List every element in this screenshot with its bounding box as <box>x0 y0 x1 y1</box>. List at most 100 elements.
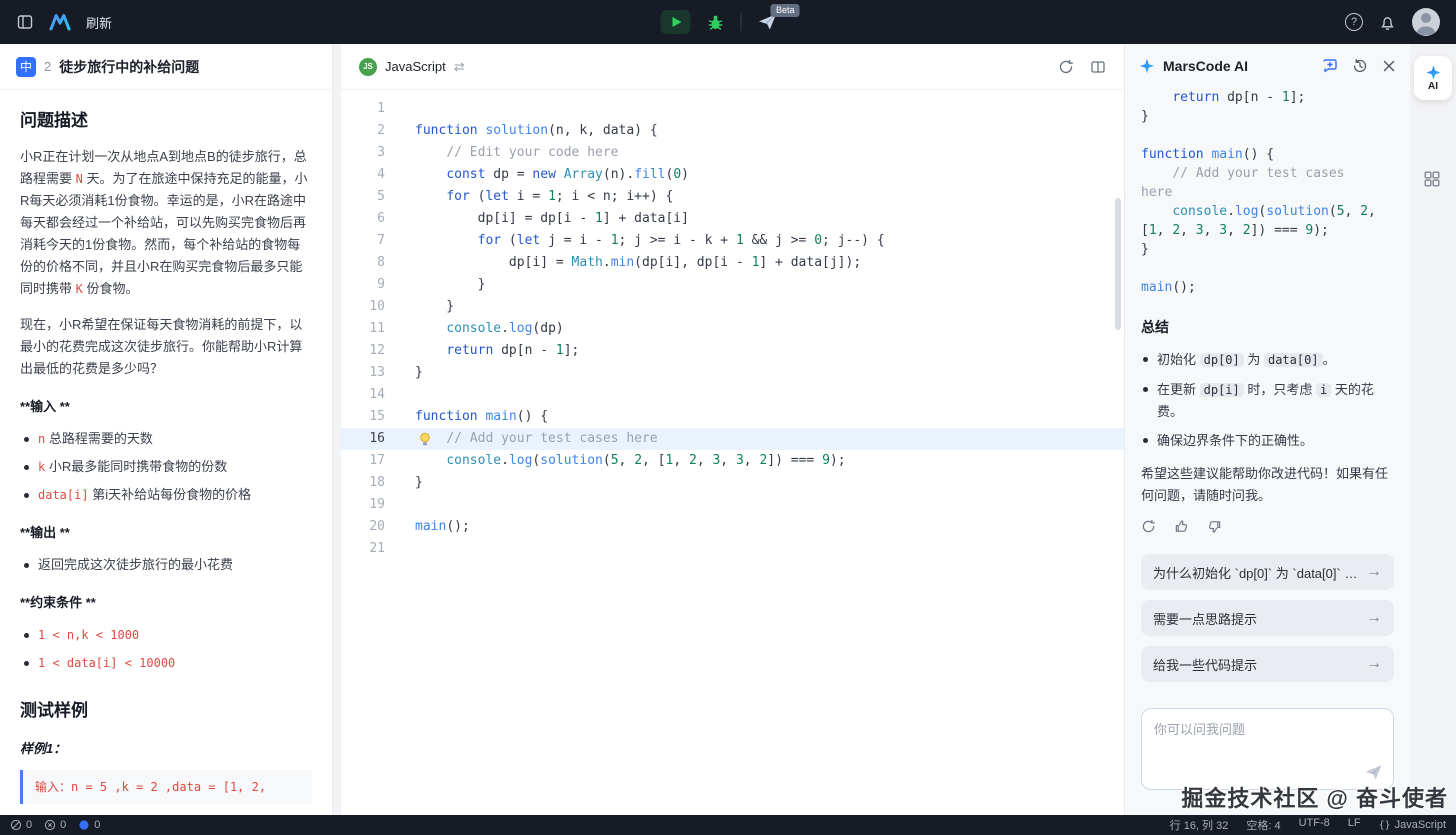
chat-input-placeholder: 你可以问我问题 <box>1154 722 1245 737</box>
submit-button[interactable]: Beta <box>758 13 778 31</box>
message-actions <box>1141 519 1394 534</box>
thumbs-up-icon[interactable] <box>1174 519 1189 534</box>
switch-language-icon[interactable]: ⇄ <box>454 59 465 75</box>
split-view-icon[interactable] <box>1090 59 1106 75</box>
editor-line[interactable]: 16 // Add your test cases here <box>341 428 1124 450</box>
editor-line[interactable]: 8 dp[i] = Math.min(dp[i], dp[i - 1] + da… <box>341 252 1124 274</box>
editor-body[interactable]: 12function solution(n, k, data) {3 // Ed… <box>341 90 1124 815</box>
editor-line[interactable]: 19 <box>341 494 1124 516</box>
list-item: 确保边界条件下的正确性。 <box>1141 430 1394 451</box>
editor-scrollbar[interactable] <box>1115 198 1121 330</box>
code-lines: 12function solution(n, k, data) {3 // Ed… <box>341 98 1124 560</box>
code-text: console.log(dp) <box>403 318 564 340</box>
info-indicator[interactable]: 0 <box>78 819 100 831</box>
main-area: 中 2 徒步旅行中的补给问题 问题描述 小R正在计划一次从地点A到地点B的徒步旅… <box>0 44 1456 815</box>
editor-line[interactable]: 20main(); <box>341 516 1124 538</box>
error-icon <box>10 819 22 831</box>
editor-line[interactable]: 13} <box>341 362 1124 384</box>
line-number: 2 <box>341 120 403 142</box>
regenerate-icon[interactable] <box>1141 519 1156 534</box>
javascript-icon: JS <box>359 58 377 76</box>
reset-code-icon[interactable] <box>1058 59 1074 75</box>
input-list: n 总路程需要的天数k 小R最多能同时携带食物的份数data[i] 第i天补给站… <box>20 428 312 506</box>
problem-description[interactable]: 问题描述 小R正在计划一次从地点A到地点B的徒步旅行，总路程需要 N 天。为了在… <box>0 90 332 815</box>
suggestion-chips: 为什么初始化 `dp[0]` 为 `data[0]` 是...→ 需要一点思路提示… <box>1141 554 1394 682</box>
status-item[interactable]: 空格: 4 <box>1246 817 1280 833</box>
beta-badge: Beta <box>771 4 800 17</box>
close-icon[interactable] <box>1382 59 1396 73</box>
list-item: 在更新 dp[i] 时，只考虑 i 天的花费。 <box>1141 379 1394 422</box>
assistant-body[interactable]: return dp[n - 1]; } function main() { //… <box>1125 88 1410 815</box>
editor-line[interactable]: 3 // Edit your code here <box>341 142 1124 164</box>
refresh-button[interactable]: 刷新 <box>86 13 112 32</box>
language-tab[interactable]: JS JavaScript ⇄ <box>359 58 465 76</box>
editor-line[interactable]: 14 <box>341 384 1124 406</box>
inline-code: data[0] <box>1264 353 1323 367</box>
chat-input[interactable]: 你可以问我问题 <box>1141 708 1394 790</box>
editor-line[interactable]: 10 } <box>341 296 1124 318</box>
code-text: // Add your test cases here <box>403 428 658 450</box>
line-number: 5 <box>341 186 403 208</box>
code-text: } <box>403 296 454 318</box>
editor-line[interactable]: 21 <box>341 538 1124 560</box>
sidebar-toggle-icon[interactable] <box>16 13 34 31</box>
code-text <box>403 538 415 560</box>
samples-heading: 测试样例 <box>20 700 312 722</box>
run-button[interactable] <box>661 10 691 34</box>
code-text: function solution(n, k, data) { <box>403 120 658 142</box>
suggestion-chip[interactable]: 为什么初始化 `dp[0]` 为 `data[0]` 是...→ <box>1141 554 1394 590</box>
line-number: 6 <box>341 208 403 230</box>
editor-line[interactable]: 17 console.log(solution(5, 2, [1, 2, 3, … <box>341 450 1124 472</box>
status-item[interactable]: UTF-8 <box>1299 817 1330 833</box>
line-number: 9 <box>341 274 403 296</box>
editor-line[interactable]: 12 return dp[n - 1]; <box>341 340 1124 362</box>
ai-assistant-button[interactable]: AI <box>1414 56 1452 100</box>
inline-code: 1 < data[i] < 10000 <box>38 656 175 670</box>
user-avatar[interactable] <box>1412 8 1440 36</box>
suggestion-chip[interactable]: 给我一些代码提示→ <box>1141 646 1394 682</box>
inline-code: dp[0] <box>1200 353 1244 367</box>
panel-splitter[interactable] <box>333 44 341 815</box>
info-icon <box>78 819 90 831</box>
debug-button[interactable] <box>707 13 725 31</box>
errors-indicator[interactable]: 0 <box>10 819 32 831</box>
inline-code: 1 < n,k < 1000 <box>38 628 139 642</box>
editor-line[interactable]: 18} <box>341 472 1124 494</box>
editor-line[interactable]: 1 <box>341 98 1124 120</box>
help-icon[interactable]: ? <box>1345 13 1363 31</box>
line-number: 19 <box>341 494 403 516</box>
editor-line[interactable]: 4 const dp = new Array(n).fill(0) <box>341 164 1124 186</box>
code-text: return dp[n - 1]; <box>403 340 579 362</box>
app-window: 刷新 Beta ? <box>0 0 1456 835</box>
editor-line[interactable]: 7 for (let j = i - 1; j >= i - k + 1 && … <box>341 230 1124 252</box>
inline-code: dp[i] <box>1200 383 1244 397</box>
code-text <box>403 98 415 120</box>
history-icon[interactable] <box>1352 58 1368 74</box>
language-indicator[interactable]: {} JavaScript <box>1379 819 1446 831</box>
dock-apps-icon[interactable] <box>1423 170 1441 188</box>
line-number: 11 <box>341 318 403 340</box>
notifications-bell-icon[interactable] <box>1379 14 1396 31</box>
editor-line[interactable]: 6 dp[i] = dp[i - 1] + data[i] <box>341 208 1124 230</box>
marscode-logo[interactable] <box>48 12 72 32</box>
status-item[interactable]: LF <box>1348 817 1361 833</box>
editor-tab-bar: JS JavaScript ⇄ <box>341 44 1124 90</box>
editor-line[interactable]: 11 console.log(dp) <box>341 318 1124 340</box>
warning-icon <box>44 819 56 831</box>
editor-line[interactable]: 2function solution(n, k, data) { <box>341 120 1124 142</box>
status-item[interactable]: 行 16, 列 32 <box>1170 817 1229 833</box>
suggestion-label: 为什么初始化 `dp[0]` 为 `data[0]` 是... <box>1153 563 1358 582</box>
send-icon[interactable] <box>1364 764 1383 781</box>
thumbs-down-icon[interactable] <box>1207 519 1222 534</box>
constraints-list: 1 < n,k < 1000 1 < data[i] < 10000 <box>20 624 312 674</box>
editor-line[interactable]: 5 for (let i = 1; i < n; i++) { <box>341 186 1124 208</box>
line-number: 17 <box>341 450 403 472</box>
divider <box>741 13 742 31</box>
warnings-indicator[interactable]: 0 <box>44 819 66 831</box>
new-chat-icon[interactable] <box>1322 58 1338 74</box>
output-heading: **输出 ** <box>20 522 312 544</box>
summary-list: 初始化 dp[0] 为 data[0]。在更新 dp[i] 时，只考虑 i 天的… <box>1141 349 1394 451</box>
editor-line[interactable]: 9 } <box>341 274 1124 296</box>
editor-line[interactable]: 15function main() { <box>341 406 1124 428</box>
suggestion-chip[interactable]: 需要一点思路提示→ <box>1141 600 1394 636</box>
